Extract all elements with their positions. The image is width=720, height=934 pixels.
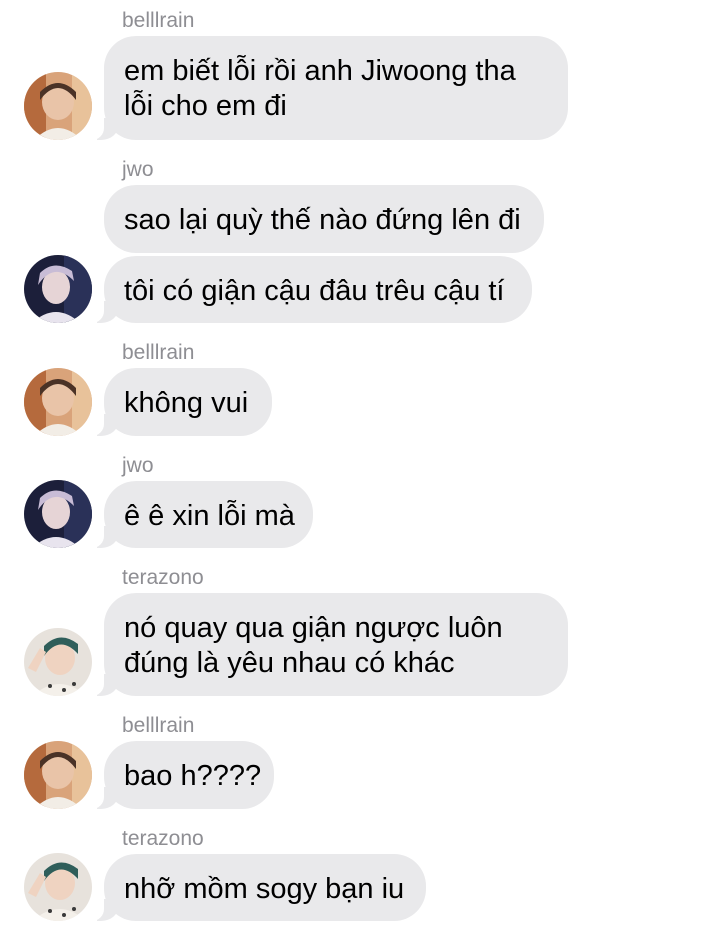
- avatar[interactable]: [24, 368, 92, 436]
- avatar[interactable]: [24, 741, 92, 809]
- message-bubble[interactable]: em biết lỗi rồi anh Jiwoong tha lỗi cho …: [92, 36, 568, 140]
- message-bubble[interactable]: sao lại quỳ thế nào đứng lên đi: [104, 185, 544, 253]
- message-bubble[interactable]: nhỡ mồm sogy bạn iu: [92, 854, 426, 921]
- message-bubble[interactable]: ê ê xin lỗi mà: [92, 481, 313, 548]
- message-text-line: tôi có giận cậu đâu trêu cậu tí: [124, 275, 505, 307]
- sender-name: belllrain: [122, 341, 195, 364]
- jwo-avatar-icon: [24, 255, 92, 323]
- message-bubble[interactable]: không vui: [92, 368, 272, 436]
- message-text-line: ê ê xin lỗi mà: [124, 500, 295, 532]
- belllrain-avatar-icon: [24, 368, 92, 436]
- message-text-line: đúng là yêu nhau có khác: [124, 647, 455, 679]
- message-text-line: sao lại quỳ thế nào đứng lên đi: [124, 204, 521, 236]
- terazono-avatar-icon: [24, 853, 92, 921]
- message-text-line: nó quay qua giận ngược luôn: [124, 612, 503, 644]
- terazono-avatar-icon: [24, 628, 92, 696]
- belllrain-avatar-icon: [24, 741, 92, 809]
- sender-name: jwo: [122, 454, 154, 477]
- message-text-line: nhỡ mồm sogy bạn iu: [124, 873, 405, 905]
- avatar[interactable]: [24, 628, 92, 696]
- sender-name: belllrain: [122, 9, 195, 32]
- message-text-line: bao h????: [124, 760, 262, 792]
- message-text-line: không vui: [124, 387, 249, 419]
- message-bubble[interactable]: bao h????: [92, 741, 274, 809]
- belllrain-avatar-icon: [24, 72, 92, 140]
- sender-name: terazono: [122, 827, 204, 850]
- avatar[interactable]: [24, 853, 92, 921]
- sender-name: terazono: [122, 566, 204, 589]
- message-text-line: lỗi cho em đi: [124, 90, 287, 122]
- sender-name: jwo: [122, 158, 154, 181]
- message-bubble[interactable]: nó quay qua giận ngược luôn đúng là yêu …: [92, 593, 568, 696]
- avatar[interactable]: [24, 255, 92, 323]
- sender-name: belllrain: [122, 714, 195, 737]
- message-bubble[interactable]: tôi có giận cậu đâu trêu cậu tí: [92, 256, 532, 323]
- avatar[interactable]: [24, 480, 92, 548]
- jwo-avatar-icon: [24, 480, 92, 548]
- message-text-line: em biết lỗi rồi anh Jiwoong tha: [124, 55, 516, 87]
- avatar[interactable]: [24, 72, 92, 140]
